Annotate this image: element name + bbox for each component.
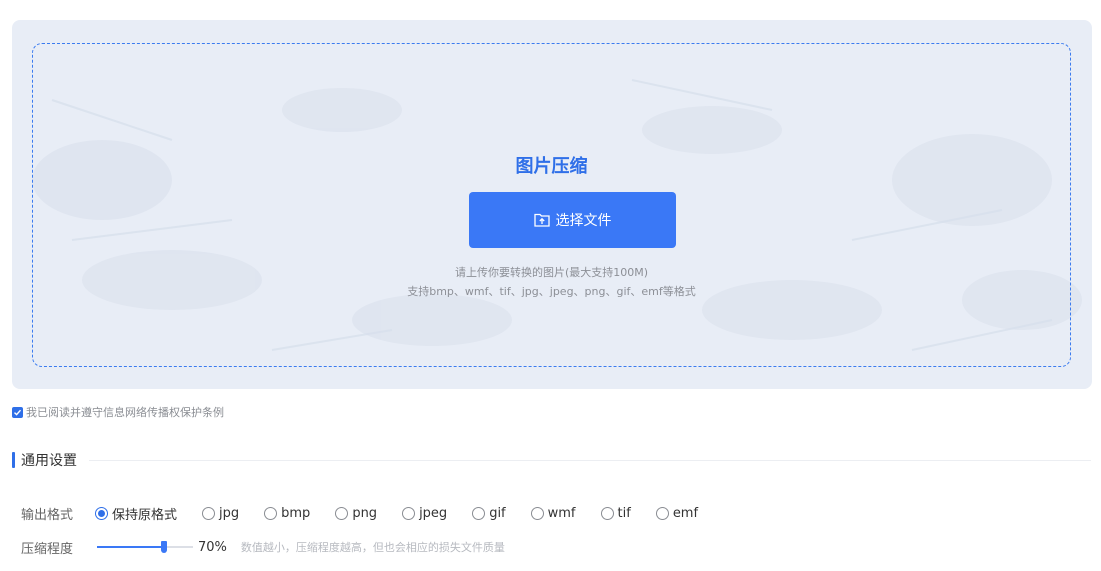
format-option-tif[interactable]: tif bbox=[600, 505, 631, 521]
radio-unchecked-icon[interactable] bbox=[264, 506, 278, 520]
compression-note: 数值越小，压缩程度越高，但也会相应的损失文件质量 bbox=[240, 541, 505, 554]
format-option-label: wmf bbox=[547, 505, 576, 521]
agreement-label: 我已阅读并遵守信息网络传播权保护条例 bbox=[26, 406, 224, 419]
format-option-label: gif bbox=[489, 505, 506, 521]
format-option-png[interactable]: png bbox=[335, 506, 377, 521]
compression-row: 压缩程度 70% 数值越小，压缩程度越高，但也会相应的损失文件质量 bbox=[21, 537, 505, 557]
format-option-label: bmp bbox=[281, 505, 311, 521]
agreement-row[interactable]: 我已阅读并遵守信息网络传播权保护条例 bbox=[12, 404, 224, 420]
section-divider bbox=[89, 459, 1091, 461]
format-option-wmf[interactable]: wmf bbox=[530, 505, 576, 521]
format-option-label: png bbox=[352, 505, 378, 521]
section-accent-bar bbox=[12, 452, 15, 468]
format-option-label: tif bbox=[617, 505, 631, 521]
format-option-bmp[interactable]: bmp bbox=[264, 506, 310, 521]
checkbox-checked-icon[interactable] bbox=[12, 406, 23, 418]
radio-checked-icon[interactable] bbox=[95, 506, 108, 520]
format-option-label: jpeg bbox=[419, 505, 448, 521]
upload-format-hint: 支持bmp、wmf、tif、jpg、jpeg、png、gif、emf等格式 bbox=[407, 285, 696, 298]
compression-label: 压缩程度 bbox=[21, 541, 74, 557]
compression-slider[interactable] bbox=[97, 540, 193, 554]
output-format-row: 输出格式 保持原格式 jpg bmp png jpeg gif wmf tif emf bbox=[21, 503, 723, 523]
format-option-jpeg[interactable]: jpeg bbox=[402, 506, 447, 521]
slider-thumb[interactable] bbox=[161, 541, 167, 553]
select-file-button[interactable]: 选择文件 bbox=[469, 192, 676, 248]
format-option-original[interactable]: 保持原格式 bbox=[95, 504, 177, 523]
upload-size-hint: 请上传你要转换的图片(最大支持100M) bbox=[454, 266, 649, 279]
format-option-label: 保持原格式 bbox=[112, 507, 178, 523]
output-format-label: 输出格式 bbox=[21, 507, 74, 523]
general-settings-header: 通用设置 bbox=[12, 451, 1091, 469]
output-format-options: 保持原格式 jpg bmp png jpeg gif wmf tif emf bbox=[95, 504, 723, 523]
format-option-label: jpg bbox=[219, 505, 240, 521]
format-option-label: emf bbox=[672, 505, 699, 521]
upload-folder-icon bbox=[533, 213, 550, 227]
format-option-gif[interactable]: gif bbox=[472, 505, 506, 521]
radio-unchecked-icon[interactable] bbox=[402, 506, 416, 520]
select-file-label: 选择文件 bbox=[555, 213, 612, 229]
radio-unchecked-icon[interactable] bbox=[202, 506, 216, 520]
upload-title: 图片压缩 bbox=[515, 156, 588, 177]
slider-fill bbox=[97, 546, 164, 548]
compression-value: 70% bbox=[198, 539, 227, 555]
radio-unchecked-icon[interactable] bbox=[335, 506, 349, 520]
radio-unchecked-icon[interactable] bbox=[600, 506, 614, 520]
upload-panel: 图片压缩 选择文件 请上传你要转换的图片(最大支持100M) 支持bmp、wmf… bbox=[12, 20, 1092, 389]
upload-dropzone[interactable]: 图片压缩 选择文件 请上传你要转换的图片(最大支持100M) 支持bmp、wmf… bbox=[32, 43, 1071, 367]
format-option-jpg[interactable]: jpg bbox=[202, 506, 239, 521]
radio-unchecked-icon[interactable] bbox=[530, 506, 544, 520]
radio-unchecked-icon[interactable] bbox=[472, 506, 486, 520]
format-option-emf[interactable]: emf bbox=[655, 505, 699, 521]
section-title: 通用设置 bbox=[21, 453, 77, 469]
radio-unchecked-icon[interactable] bbox=[655, 506, 669, 520]
